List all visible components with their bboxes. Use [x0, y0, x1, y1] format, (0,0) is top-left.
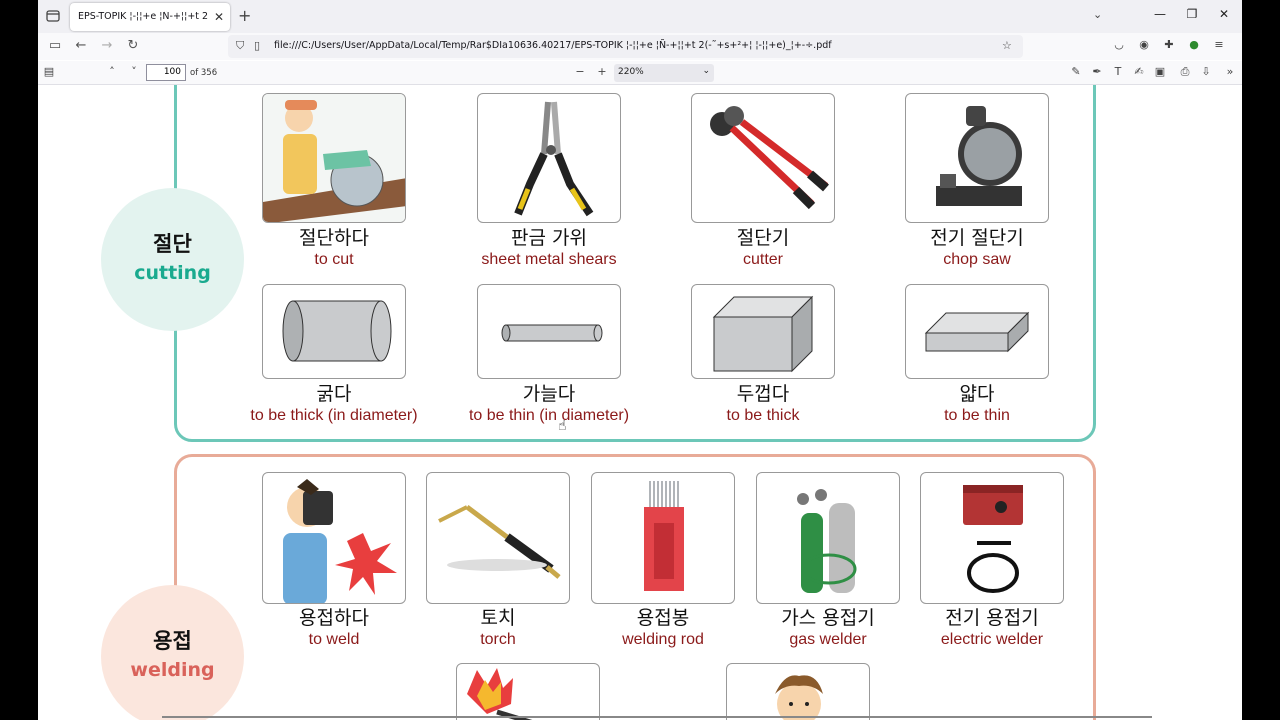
- text-icon[interactable]: T: [1110, 65, 1126, 78]
- word-electric-welder: 전기 용접기 electric welder: [940, 607, 1044, 648]
- file-icon: ▯: [254, 39, 261, 52]
- extensions-icon[interactable]: ✚: [1160, 38, 1178, 51]
- more-tools-icon[interactable]: »: [1222, 65, 1238, 78]
- tab-bar: EPS-TOPIK ¦-¦¦+e ¦Ñ-+¦¦+t 2(-˜+s+²- ✕ + …: [38, 0, 1242, 33]
- torch-image: [426, 472, 570, 604]
- menu-icon[interactable]: ≡: [1210, 38, 1228, 51]
- active-tab[interactable]: EPS-TOPIK ¦-¦¦+e ¦Ñ-+¦¦+t 2(-˜+s+²- ✕: [70, 3, 230, 31]
- hand-cursor-icon: ☝: [558, 418, 567, 434]
- draw-icon[interactable]: ✒: [1089, 65, 1105, 78]
- save-icon[interactable]: ⇩: [1198, 65, 1214, 78]
- pocket-icon[interactable]: ◡: [1110, 38, 1128, 51]
- word-thin: 얇다 to be thin: [944, 383, 1010, 424]
- cutter-image: [691, 93, 835, 223]
- word-thick-diameter: 굵다 to be thick (in diameter): [250, 383, 418, 424]
- thin-plate-image: [905, 284, 1049, 379]
- thick-block-image: [691, 284, 835, 379]
- gas-welder-image: [756, 472, 900, 604]
- to-cut-image: [262, 93, 406, 223]
- browser-window: EPS-TOPIK ¦-¦¦+e ¦Ñ-+¦¦+t 2(-˜+s+²- ✕ + …: [38, 0, 1242, 720]
- forward-icon[interactable]: →: [98, 38, 116, 53]
- chop-saw-image: [905, 93, 1049, 223]
- url-text[interactable]: file:///C:/Users/User/AppData/Local/Temp…: [274, 40, 832, 51]
- back-icon[interactable]: ←: [72, 38, 90, 53]
- page-count: of 356: [190, 68, 218, 78]
- image-icon[interactable]: ▣: [1152, 65, 1168, 78]
- tab-title: EPS-TOPIK ¦-¦¦+e ¦Ñ-+¦¦+t 2(-˜+s+²-: [78, 11, 208, 22]
- welding-title-en: welding: [130, 659, 215, 681]
- pdf-page: 절단 cutting 절단하다 to cut 판금 가위 sheet metal…: [38, 85, 1242, 720]
- thin-rod-image: [477, 284, 621, 379]
- navigation-bar: ▭ ← → ↻ ⛉ ▯ file:///C:/Users/User/AppDat…: [38, 33, 1242, 60]
- sheet-metal-shears-image: [477, 93, 621, 223]
- highlight-icon[interactable]: ✎: [1068, 65, 1084, 78]
- pdf-toolbar: ▤ ˄ ˅ 100 of 356 − + 220% ⌄ ✎ ✒ T ✍ ▣ ⎙ …: [38, 61, 1242, 85]
- close-tab-icon[interactable]: ✕: [214, 10, 224, 24]
- zoom-select[interactable]: 220% ⌄: [614, 64, 714, 82]
- extension-globe-icon[interactable]: ●: [1185, 38, 1203, 51]
- sidebar-toggle-icon[interactable]: ▭: [46, 38, 64, 53]
- url-bar[interactable]: ⛉ ▯ file:///C:/Users/User/AppData/Local/…: [228, 35, 1023, 58]
- page-number-input[interactable]: 100: [146, 64, 186, 81]
- welding-badge: 용접 welding: [101, 585, 244, 720]
- thick-cylinder-image: [262, 284, 406, 379]
- list-all-tabs-icon[interactable]: ⌄: [1093, 8, 1102, 21]
- zoom-value: 220%: [618, 67, 644, 77]
- account-icon[interactable]: ◉: [1135, 38, 1153, 51]
- reload-icon[interactable]: ↻: [124, 38, 142, 53]
- previous-page-icon[interactable]: ˄: [104, 65, 120, 78]
- signature-icon[interactable]: ✍: [1131, 65, 1147, 78]
- word-sheet-metal-shears: 판금 가위 sheet metal shears: [481, 227, 617, 268]
- zoom-out-icon[interactable]: −: [572, 65, 588, 78]
- welding-rod-image: [591, 472, 735, 604]
- word-thin-diameter: 가늘다 to be thin (in diameter): [468, 383, 630, 424]
- electric-welder-image: [920, 472, 1064, 604]
- to-weld-image: [262, 472, 406, 604]
- bookmark-star-icon[interactable]: ☆: [1002, 39, 1012, 52]
- minimize-icon[interactable]: —: [1151, 7, 1169, 21]
- word-cutter: 절단기 cutter: [736, 227, 790, 268]
- word-thick: 두껍다 to be thick: [726, 383, 800, 424]
- flame-image: [456, 663, 600, 720]
- next-page-icon[interactable]: ˅: [126, 65, 142, 78]
- word-to-cut: 절단하다 to cut: [299, 227, 369, 268]
- new-tab-icon[interactable]: +: [238, 6, 251, 25]
- tab-list-icon[interactable]: [44, 7, 62, 25]
- print-icon[interactable]: ⎙: [1177, 65, 1193, 79]
- close-window-icon[interactable]: ✕: [1215, 7, 1233, 21]
- chevron-down-icon: ⌄: [702, 66, 710, 76]
- page-divider: [162, 716, 1152, 718]
- worker-face-image: [726, 663, 870, 720]
- word-chop-saw: 전기 절단기 chop saw: [930, 227, 1024, 268]
- restore-icon[interactable]: ❐: [1183, 7, 1201, 21]
- shield-icon[interactable]: ⛉: [236, 39, 244, 53]
- sidebar-toggle-icon[interactable]: ▤: [41, 65, 57, 78]
- zoom-in-icon[interactable]: +: [594, 65, 610, 78]
